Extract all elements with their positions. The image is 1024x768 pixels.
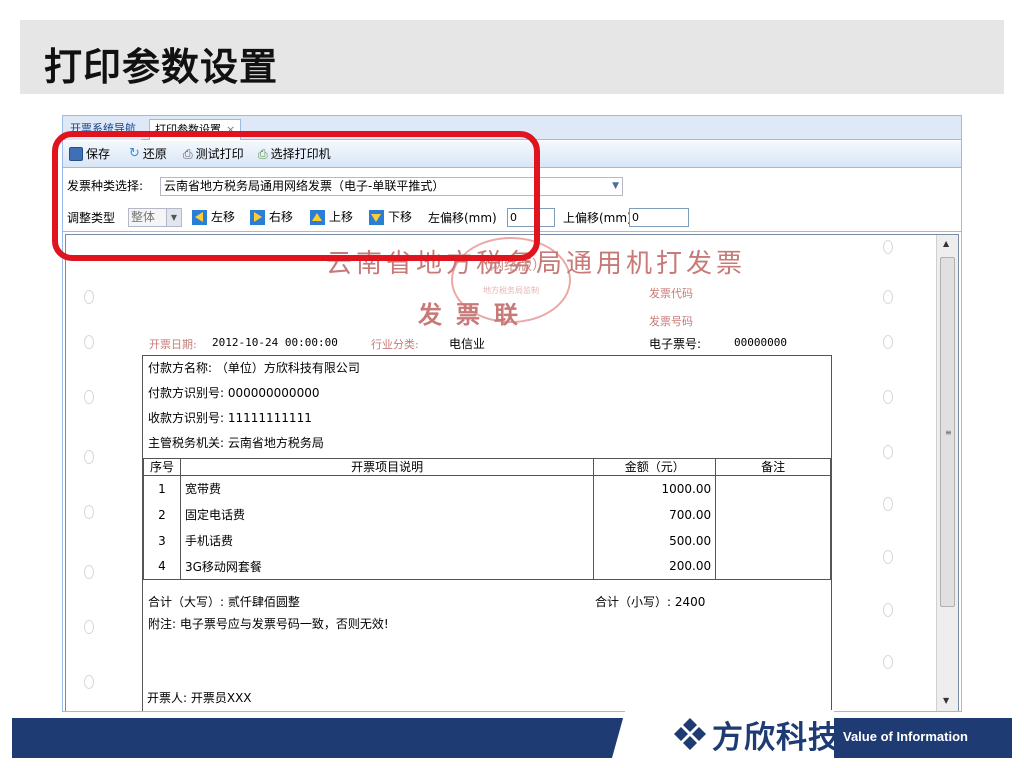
industry-value: 电信业 xyxy=(449,337,486,351)
item-amount: 700.00 xyxy=(593,501,717,528)
binder-hole xyxy=(84,335,94,349)
grip-icon: ≡ xyxy=(945,428,952,437)
binder-hole xyxy=(84,505,94,519)
total-lower: 合计（小写）: 2400 xyxy=(595,595,706,609)
invoice-items-table: 序号 开票项目说明 金额（元） 备注 1 宽带费 1000.00 2 固定电话费 xyxy=(143,458,831,580)
item-amount: 1000.00 xyxy=(593,475,717,502)
slide-title: 打印参数设置 xyxy=(44,45,279,89)
invoice-preview: （网络版） 地方税务局监制 云南省地方税务局通用机打发票 发票联 发票代码 发票… xyxy=(65,234,959,711)
item-desc: 手机话费 xyxy=(179,527,595,554)
up-offset-input[interactable]: 0 xyxy=(629,208,689,227)
invoice-note: 附注: 电子票号应与发票号码一致，否则无效! xyxy=(148,617,389,631)
payee-id: 收款方识别号: 11111111111 xyxy=(148,411,312,425)
invoice-body: 付款方名称: （单位）方欣科技有限公司 付款方识别号: 000000000000… xyxy=(142,355,832,711)
item-note xyxy=(715,527,831,554)
table-row: 1 宽带费 1000.00 xyxy=(143,475,831,502)
binder-hole xyxy=(883,390,893,404)
invoice-code-label: 发票代码 xyxy=(649,287,693,300)
slide: 打印参数设置 开票系统导航 打印参数设置× 保存 ↻ 还原 ⎙ 测试打印 ⎙ xyxy=(0,0,1024,768)
binder-hole xyxy=(883,550,893,564)
item-note xyxy=(715,553,831,580)
up-offset-label: 上偏移(mm) xyxy=(563,211,632,225)
binder-hole xyxy=(883,497,893,511)
column-header: 序号 xyxy=(143,458,181,476)
binder-hole xyxy=(883,603,893,617)
item-no: 3 xyxy=(143,527,181,554)
payer-name: 付款方名称: （单位）方欣科技有限公司 xyxy=(148,361,360,375)
e-number-value: 00000000 xyxy=(734,336,787,349)
item-note xyxy=(715,501,831,528)
table-row: 2 固定电话费 700.00 xyxy=(143,501,831,528)
tagline: Value of Information xyxy=(843,729,968,744)
table-row: 3 手机话费 500.00 xyxy=(143,527,831,554)
payer-id: 付款方识别号: 000000000000 xyxy=(148,386,320,400)
e-number-label: 电子票号: xyxy=(649,337,702,351)
company-logo-icon xyxy=(674,718,706,750)
binder-hole xyxy=(84,450,94,464)
scroll-down-icon[interactable]: ▼ xyxy=(943,696,949,705)
column-header: 备注 xyxy=(715,458,831,476)
total-upper: 合计（大写）: 贰仟肆佰圆整 xyxy=(148,595,300,609)
issuer: 开票人: 开票员XXX xyxy=(147,691,252,705)
tax-authority: 主管税务机关: 云南省地方税务局 xyxy=(148,436,324,450)
binder-hole xyxy=(84,565,94,579)
issue-date-label: 开票日期: xyxy=(149,338,197,351)
item-amount: 200.00 xyxy=(593,553,717,580)
vertical-scrollbar[interactable]: ▲ ≡ ▼ xyxy=(936,235,958,711)
binder-hole xyxy=(883,240,893,254)
item-desc: 3G移动网套餐 xyxy=(179,553,595,580)
issue-date-value: 2012-10-24 00:00:00 xyxy=(212,336,338,349)
item-note xyxy=(715,475,831,502)
highlight-frame xyxy=(52,131,540,261)
column-header: 金额（元） xyxy=(593,458,717,476)
binder-hole xyxy=(84,620,94,634)
industry-label: 行业分类: xyxy=(371,338,419,351)
invoice-number-label: 发票号码 xyxy=(649,315,693,328)
table-row: 4 3G移动网套餐 200.00 xyxy=(143,553,831,580)
column-header: 开票项目说明 xyxy=(179,458,595,476)
item-no: 4 xyxy=(143,553,181,580)
item-no: 2 xyxy=(143,501,181,528)
binder-hole xyxy=(883,445,893,459)
item-no: 1 xyxy=(143,475,181,502)
binder-hole xyxy=(883,655,893,669)
binder-hole xyxy=(84,675,94,689)
binder-hole xyxy=(84,390,94,404)
item-desc: 宽带费 xyxy=(179,475,595,502)
scroll-thumb[interactable]: ≡ xyxy=(940,257,955,607)
scroll-up-icon[interactable]: ▲ xyxy=(943,239,949,248)
binder-hole xyxy=(883,335,893,349)
binder-hole xyxy=(84,290,94,304)
item-desc: 固定电话费 xyxy=(179,501,595,528)
invoice-subtitle: 发票联 xyxy=(418,300,532,329)
chevron-down-icon[interactable]: ▼ xyxy=(612,178,619,195)
company-logo-text: 方欣科技 xyxy=(712,720,840,756)
item-amount: 500.00 xyxy=(593,527,717,554)
binder-hole xyxy=(883,290,893,304)
table-header-row: 序号 开票项目说明 金额（元） 备注 xyxy=(143,458,831,476)
